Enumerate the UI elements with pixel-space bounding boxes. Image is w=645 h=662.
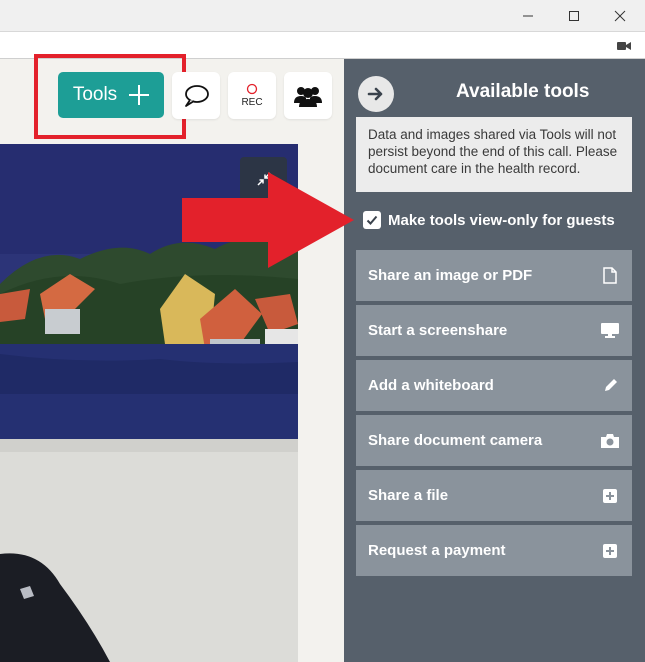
tools-panel: Available tools Data and images shared v…: [344, 59, 645, 662]
view-only-label: Make tools view-only for guests: [388, 211, 615, 229]
view-only-toggle[interactable]: Make tools view-only for guests: [363, 211, 615, 229]
record-button[interactable]: REC: [228, 72, 276, 119]
persistence-notice: Data and images shared via Tools will no…: [356, 117, 632, 192]
tool-label: Share a file: [368, 487, 449, 504]
add-whiteboard-button[interactable]: Add a whiteboard: [356, 360, 632, 411]
tool-label: Share an image or PDF: [368, 267, 533, 284]
close-button[interactable]: [597, 0, 643, 32]
maximize-icon: [569, 11, 579, 21]
checkmark-icon: [366, 215, 378, 225]
tool-label: Request a payment: [368, 542, 506, 559]
record-label: REC: [241, 97, 263, 108]
plus-box-icon: [603, 543, 617, 558]
maximize-button[interactable]: [551, 0, 597, 32]
plus-box-icon: [603, 488, 617, 503]
close-icon: [614, 10, 626, 22]
tool-label: Start a screenshare: [368, 322, 508, 339]
red-arrow-annotation: [182, 172, 354, 268]
people-group-icon: [294, 86, 322, 107]
panel-title: Available tools: [456, 81, 590, 102]
close-panel-button[interactable]: [358, 76, 394, 112]
participants-button[interactable]: [284, 72, 332, 119]
chat-button[interactable]: [172, 72, 220, 119]
minimize-button[interactable]: [505, 0, 551, 32]
video-camera-icon[interactable]: [617, 41, 631, 51]
arrow-right-icon: [367, 87, 383, 101]
document-icon: [603, 267, 617, 284]
camera-icon: [601, 434, 619, 448]
start-screenshare-button[interactable]: Start a screenshare: [356, 305, 632, 356]
record-icon: [246, 83, 258, 95]
window-titlebar: [0, 0, 645, 32]
speech-bubble-icon: [185, 84, 209, 107]
monitor-icon: [601, 323, 619, 338]
tool-label: Add a whiteboard: [368, 377, 494, 394]
share-document-camera-button[interactable]: Share document camera: [356, 415, 632, 466]
call-area: Tools REC: [0, 54, 344, 662]
pencil-icon: [604, 379, 617, 391]
share-file-button[interactable]: Share a file: [356, 470, 632, 521]
tools-highlight-box: [34, 54, 186, 139]
tool-label: Share document camera: [368, 432, 543, 449]
view-only-checkbox[interactable]: [363, 211, 381, 229]
minimize-icon: [523, 15, 533, 17]
request-payment-button[interactable]: Request a payment: [356, 525, 632, 576]
share-image-pdf-button[interactable]: Share an image or PDF: [356, 250, 632, 301]
